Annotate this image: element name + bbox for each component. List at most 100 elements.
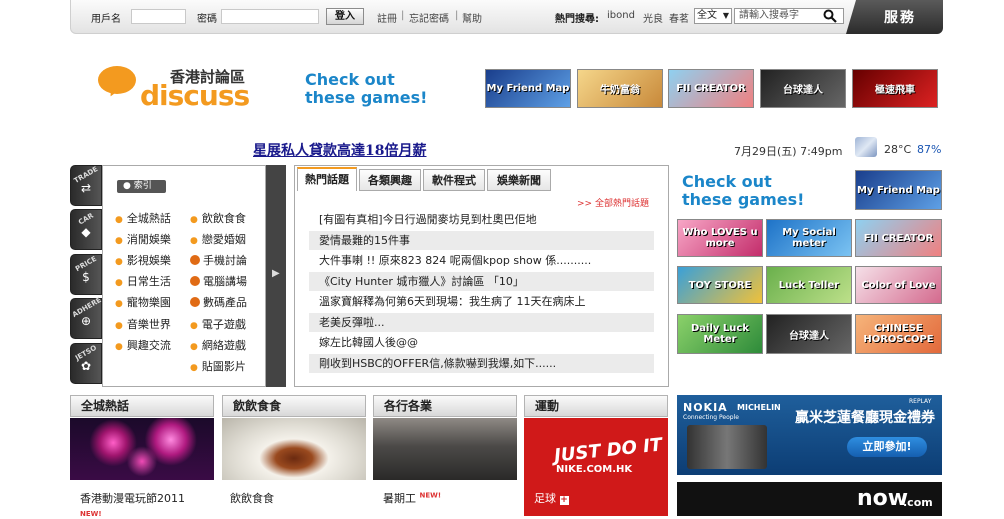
category-item[interactable]: ● 網絡遊戲 [190,337,246,353]
search-button[interactable] [819,9,841,23]
news-item[interactable]: 剛收到HSBC的OFFER信,條款嚇到我爆,如下...... [309,354,654,373]
dropdown-arrow-icon: ▼ [722,11,729,20]
games-promo-line2: these games! [305,88,428,107]
tab-software[interactable]: 軟件程式 [423,169,485,191]
games-promo-line2: these games! [682,190,805,209]
category-item[interactable]: ● 飲飲食食 [190,210,246,226]
game-thumb-billiards[interactable]: 台球達人 [760,69,846,108]
service-tab[interactable]: 服務 [846,0,943,34]
login-button[interactable]: 登入 [326,8,364,25]
category-item[interactable]: ● 全城熱話 [115,210,171,226]
forgot-password-link[interactable]: 忘記密碼 [409,10,449,25]
bullet-icon: ● [115,257,123,267]
game-thumb-who-loves[interactable]: Who LOVES u more [677,219,763,257]
hot-keyword[interactable]: 光良 [643,10,663,25]
section-caption[interactable]: 香港動漫電玩節2011 NEW! [80,490,185,519]
game-thumb-luck-teller[interactable]: Luck Teller [766,266,852,304]
now-ad-banner[interactable]: now .com [677,482,942,516]
game-thumb-toy-store[interactable]: TOY STORE [677,266,763,304]
news-item[interactable]: 大件事喇 !! 原來823 824 呢兩個kpop show 係........… [309,251,654,270]
side-tab-price[interactable]: PRICE $ [70,254,102,295]
section-head-food[interactable]: 飲飲食食 [222,395,366,417]
category-item[interactable]: 電腦講場 [190,273,247,289]
category-item[interactable]: ● 音樂世界 [115,316,171,332]
game-thumb-milk[interactable]: 牛奶富翁 [577,69,663,108]
news-item[interactable]: 老美反彈啦... [309,313,654,332]
new-badge: NEW! [419,491,442,500]
help-link[interactable]: 幫助 [462,10,482,25]
replay-label[interactable]: REPLAY [909,398,931,405]
side-tabs: TRADE ⇄ CAR ◆ PRICE $ ADHERE ⊕ JETSO ✿ [70,165,103,387]
category-item[interactable]: ● 寵物樂園 [115,294,171,310]
username-input[interactable] [131,9,186,24]
nokia-headline: 贏米芝蓮餐廳現金禮券 [795,410,935,426]
logo-english-text[interactable]: discuss [140,79,250,112]
nike-url: NIKE.COM.HK [556,464,633,475]
game-thumb-fii-creator[interactable]: FII CREATOR [668,69,754,108]
section-head-city-talk[interactable]: 全城熱話 [70,395,214,417]
bullet-icon: ● [190,363,198,373]
hot-keyword[interactable]: 春茗 [669,10,689,25]
fireworks-image[interactable] [70,418,214,480]
crowd-image[interactable] [373,418,517,480]
section-head-industries[interactable]: 各行各業 [373,395,517,417]
game-thumb-fii-creator[interactable]: FII CREATOR [855,219,942,257]
now-brand: now [857,486,909,511]
games-promo-line1: Check out [682,172,772,191]
humidity: 87% [917,143,942,156]
game-thumb-billiards[interactable]: 台球達人 [766,314,852,354]
category-item[interactable]: ● 興趣交流 [115,337,171,353]
game-thumb-color-of-love[interactable]: Color of Love [855,266,942,304]
games-promo-text: Check out these games! [305,71,427,107]
game-thumb-daily-luck[interactable]: Daily Luck Meter [677,314,763,354]
section-caption[interactable]: 飲飲食食 [230,490,274,506]
scroll-arrow-icon[interactable]: ▶ [272,268,280,279]
category-item[interactable]: ● 消閒娛樂 [115,231,171,247]
side-tab-car[interactable]: CAR ◆ [70,209,102,250]
headline-ad-link[interactable]: 星展私人貸款高達18倍月薪 [253,140,426,160]
category-item[interactable]: ● 日常生活 [115,273,171,289]
side-tab-trade[interactable]: TRADE ⇄ [70,165,102,206]
search-scope-select[interactable]: 全文 ▼ [694,8,732,24]
news-item[interactable]: 愛情最難的15件事 [309,231,654,250]
side-tab-adhere[interactable]: ADHERE ⊕ [70,296,103,339]
news-item[interactable]: 溫家寶解釋為何第6天到現場：我生病了 11天在病床上 [309,292,654,311]
category-item[interactable]: ● 戀愛婚姻 [190,231,246,247]
section-head-sports[interactable]: 運動 [524,395,668,417]
category-item[interactable]: ● 電子遊戲 [190,316,246,332]
michelin-brand: MICHELIN [737,403,781,412]
side-tab-jetso[interactable]: JETSO ✿ [70,343,102,384]
bullet-icon: ● [115,299,123,309]
bullet-icon: ● [115,342,123,352]
register-link[interactable]: 註冊 [377,10,397,25]
news-item[interactable]: 《City Hunter 城市獵人》討論區 「10」 [309,272,654,291]
category-item[interactable]: 數碼產品 [190,294,247,310]
hot-keyword[interactable]: ibond [607,10,635,21]
now-suffix: .com [903,496,933,509]
news-item[interactable]: [有圖有真相]今日行過閒麥坊見到杜奧巴佢地 [309,210,654,229]
hot-search-label: 熱門搜尋: [555,14,599,25]
category-label: 戀愛婚姻 [201,233,246,246]
section-caption[interactable]: 足球 + [534,490,569,506]
tab-interests[interactable]: 各類興趣 [359,169,421,191]
bullet-icon: ● [190,342,198,352]
join-now-button[interactable]: 立即參加! [847,437,927,457]
tab-entertainment-news[interactable]: 娛樂新聞 [487,169,551,191]
game-thumb-racing[interactable]: 極速飛車 [852,69,938,108]
food-image[interactable] [222,418,366,480]
category-item[interactable]: 手機討論 [190,252,247,268]
game-thumb-social-meter[interactable]: My Social meter [766,219,852,257]
password-input[interactable] [221,9,319,24]
plus-icon: + [559,495,569,505]
all-hot-topics-link[interactable]: >> 全部熱門話題 [577,196,649,209]
tab-hot-topics[interactable]: 熱門話題 [297,167,357,191]
category-item[interactable]: ● 影視娛樂 [115,252,171,268]
game-thumb-friend-map[interactable]: My Friend Map [855,170,942,210]
section-caption[interactable]: 暑期工 NEW! [383,490,441,506]
game-thumb-horoscope[interactable]: CHINESE HOROSCOPE [855,314,942,354]
nokia-ad-banner[interactable]: NOKIA Connecting People MICHELIN REPLAY … [677,395,942,475]
news-item[interactable]: 嫁左比韓國人後@@ [309,333,654,352]
search-icon [823,9,837,23]
game-thumb-friend-map[interactable]: My Friend Map [485,69,571,108]
category-item[interactable]: ● 貼圖影片 [190,358,246,374]
